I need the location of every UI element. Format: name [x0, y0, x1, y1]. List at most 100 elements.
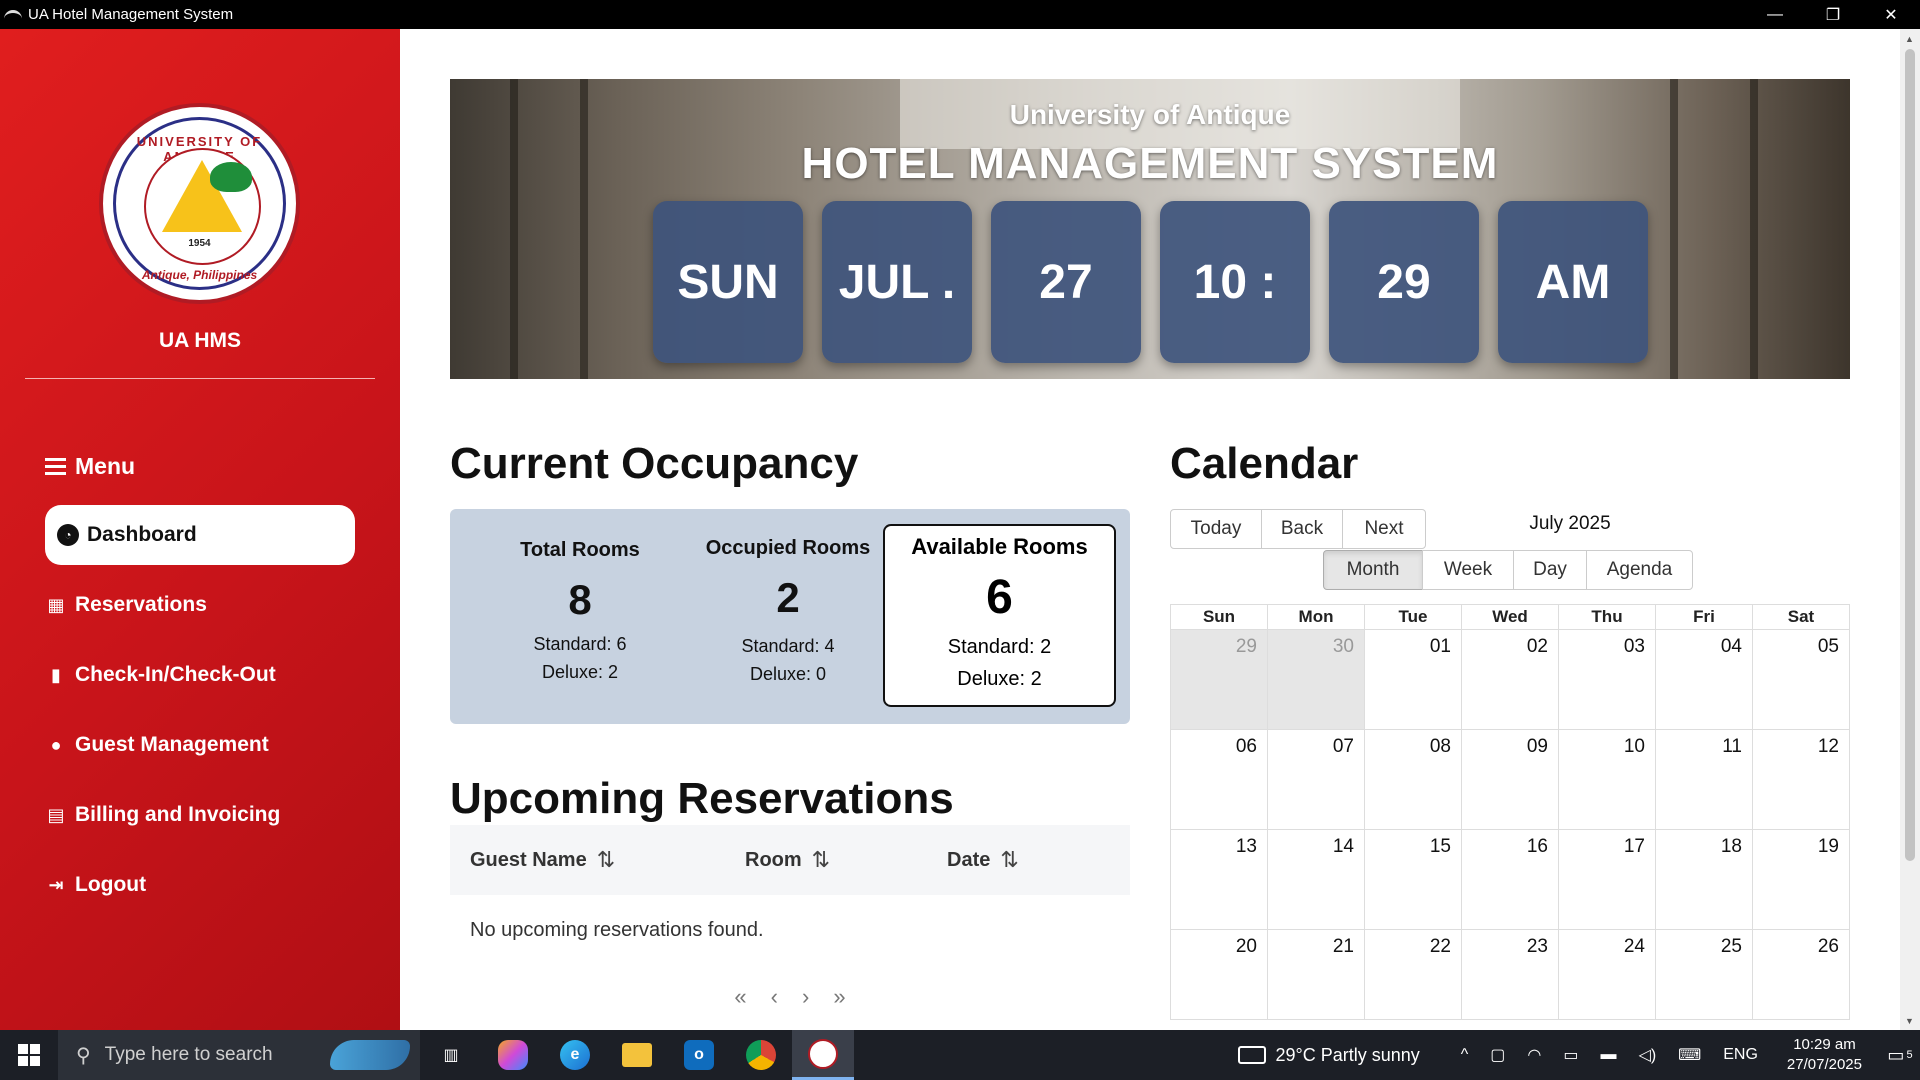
calendar-view-day[interactable]: Day	[1513, 550, 1587, 590]
network-icon[interactable]: ◠	[1527, 1045, 1541, 1065]
calendar-day-cell[interactable]: 19	[1753, 830, 1850, 930]
total-rooms-value: 8	[568, 576, 592, 623]
chevron-up-icon[interactable]: ^	[1461, 1046, 1469, 1064]
calendar-today-button[interactable]: Today	[1170, 509, 1262, 549]
next-page-button[interactable]: ›	[802, 984, 809, 1010]
calendar-next-button[interactable]: Next	[1342, 509, 1426, 549]
calendar-month-label: July 2025	[1529, 513, 1611, 534]
last-page-button[interactable]: »	[833, 984, 845, 1010]
logout-icon: ⇥	[48, 874, 64, 895]
minimize-button[interactable]: —	[1746, 0, 1804, 29]
calendar-day-cell[interactable]: 13	[1171, 830, 1268, 930]
calendar-day-cell[interactable]: 11	[1656, 730, 1753, 830]
logo-location-text: Antique, Philippines	[141, 268, 258, 282]
chrome-button[interactable]	[730, 1030, 792, 1080]
close-button[interactable]: ✕	[1862, 0, 1920, 29]
chrome-icon	[746, 1040, 776, 1070]
calendar-day-cell[interactable]: 30	[1268, 630, 1365, 730]
calendar-day-cell[interactable]: 15	[1365, 830, 1462, 930]
vertical-scrollbar[interactable]: ▲ ▼	[1900, 29, 1920, 1030]
search-placeholder: Type here to search	[104, 1044, 273, 1065]
calendar-view-agenda[interactable]: Agenda	[1586, 550, 1693, 590]
battery-icon[interactable]: ▬	[1601, 1046, 1617, 1064]
language-indicator[interactable]: ENG	[1723, 1046, 1758, 1064]
calendar-view-month[interactable]: Month	[1323, 550, 1423, 590]
menu-toggle[interactable]: Menu	[45, 453, 135, 480]
copilot-button[interactable]	[482, 1030, 544, 1080]
sidebar-item-billing[interactable]: ▤ Billing and Invoicing	[45, 785, 280, 845]
taskbar-clock[interactable]: 10:29 am 27/07/2025	[1787, 1035, 1862, 1075]
weather-widget[interactable]: 29°C Partly sunny	[1237, 1045, 1420, 1066]
calendar-day-cell[interactable]: 03	[1559, 630, 1656, 730]
menu-label: Menu	[75, 453, 136, 479]
calendar-day-cell[interactable]: 26	[1753, 930, 1850, 1020]
sidebar-item-reservations[interactable]: ▦ Reservations	[45, 575, 206, 635]
volume-icon[interactable]: ◁)	[1639, 1045, 1657, 1065]
calendar-icon: ▦	[47, 594, 65, 615]
restore-button[interactable]: ❐	[1804, 0, 1862, 29]
available-rooms-card: Available Rooms 6 Standard: 2 Deluxe: 2	[883, 524, 1116, 707]
weekday-label: Tue	[1365, 605, 1462, 630]
scroll-down-icon[interactable]: ▼	[1905, 1016, 1914, 1026]
keyboard-icon[interactable]: ⌨	[1678, 1045, 1701, 1065]
ua-hms-taskbar-button[interactable]	[792, 1030, 854, 1080]
start-button[interactable]	[0, 1030, 58, 1080]
calendar-day-cell[interactable]: 22	[1365, 930, 1462, 1020]
total-rooms-deluxe: Deluxe: 2	[541, 662, 619, 682]
display-icon[interactable]: ▭	[1563, 1045, 1578, 1065]
dashboard-icon: ◔	[57, 524, 79, 546]
taskbar-search[interactable]: ⚲ Type here to search	[58, 1030, 420, 1080]
meet-now-icon[interactable]: ▢	[1490, 1045, 1505, 1065]
available-rooms-standard: Standard: 2	[947, 636, 1052, 658]
sidebar: UNIVERSITY OF ANTIQUE 1954 Antique, Phil…	[0, 29, 400, 1030]
task-view-button[interactable]: ▥	[420, 1030, 482, 1080]
calendar-day-cell[interactable]: 25	[1656, 930, 1753, 1020]
scroll-up-icon[interactable]: ▲	[1905, 34, 1914, 44]
calendar-day-cell[interactable]: 23	[1462, 930, 1559, 1020]
hamburger-icon	[45, 454, 66, 479]
calendar-day-cell[interactable]: 04	[1656, 630, 1753, 730]
clock-meridiem: AM	[1498, 201, 1648, 363]
notification-center-button[interactable]: ▭ 5	[1880, 1037, 1920, 1073]
outlook-button[interactable]: o	[668, 1030, 730, 1080]
sidebar-item-dashboard[interactable]: ◔ Dashboard	[45, 505, 355, 565]
column-label: Room	[745, 848, 802, 871]
sidebar-item-guest-management[interactable]: ● Guest Management	[45, 715, 269, 775]
calendar-day-cell[interactable]: 16	[1462, 830, 1559, 930]
calendar-day-cell[interactable]: 18	[1656, 830, 1753, 930]
calendar-day-cell[interactable]: 02	[1462, 630, 1559, 730]
edge-button[interactable]: e	[544, 1030, 606, 1080]
calendar-day-cell[interactable]: 07	[1268, 730, 1365, 830]
calendar-view-week[interactable]: Week	[1422, 550, 1514, 590]
column-room[interactable]: Room ⇅	[745, 847, 947, 873]
column-guest-name[interactable]: Guest Name ⇅	[450, 847, 745, 873]
calendar-day-cell[interactable]: 17	[1559, 830, 1656, 930]
calendar-day-cell[interactable]: 21	[1268, 930, 1365, 1020]
calendar-day-cell[interactable]: 05	[1753, 630, 1850, 730]
sidebar-item-check-in-check-out[interactable]: ▮ Check-In/Check-Out	[45, 645, 276, 705]
calendar-day-cell[interactable]: 14	[1268, 830, 1365, 930]
calendar-day-cell[interactable]: 12	[1753, 730, 1850, 830]
logo-tree	[210, 162, 252, 192]
calendar-day-cell[interactable]: 01	[1365, 630, 1462, 730]
scrollbar-thumb[interactable]	[1905, 49, 1915, 861]
calendar-day-cell[interactable]: 08	[1365, 730, 1462, 830]
calendar-day-cell[interactable]: 06	[1171, 730, 1268, 830]
calendar-day-cell[interactable]: 29	[1171, 630, 1268, 730]
prev-page-button[interactable]: ‹	[771, 984, 778, 1010]
file-explorer-button[interactable]	[606, 1030, 668, 1080]
calendar-day-cell[interactable]: 24	[1559, 930, 1656, 1020]
calendar-day-cell[interactable]: 09	[1462, 730, 1559, 830]
file-explorer-icon	[622, 1043, 652, 1067]
sidebar-item-logout[interactable]: ⇥ Logout	[45, 855, 146, 915]
calendar-back-button[interactable]: Back	[1261, 509, 1343, 549]
task-view-icon: ▥	[443, 1047, 459, 1064]
calendar-day-cell[interactable]: 20	[1171, 930, 1268, 1020]
first-page-button[interactable]: «	[734, 984, 746, 1010]
column-date[interactable]: Date ⇅	[947, 847, 1019, 873]
column-label: Guest Name	[470, 848, 587, 871]
sidebar-item-label: Guest Management	[75, 733, 269, 756]
weekday-label: Fri	[1656, 605, 1753, 630]
calendar-week-row: 29 30 01 02 03 04 05	[1171, 630, 1850, 730]
calendar-day-cell[interactable]: 10	[1559, 730, 1656, 830]
